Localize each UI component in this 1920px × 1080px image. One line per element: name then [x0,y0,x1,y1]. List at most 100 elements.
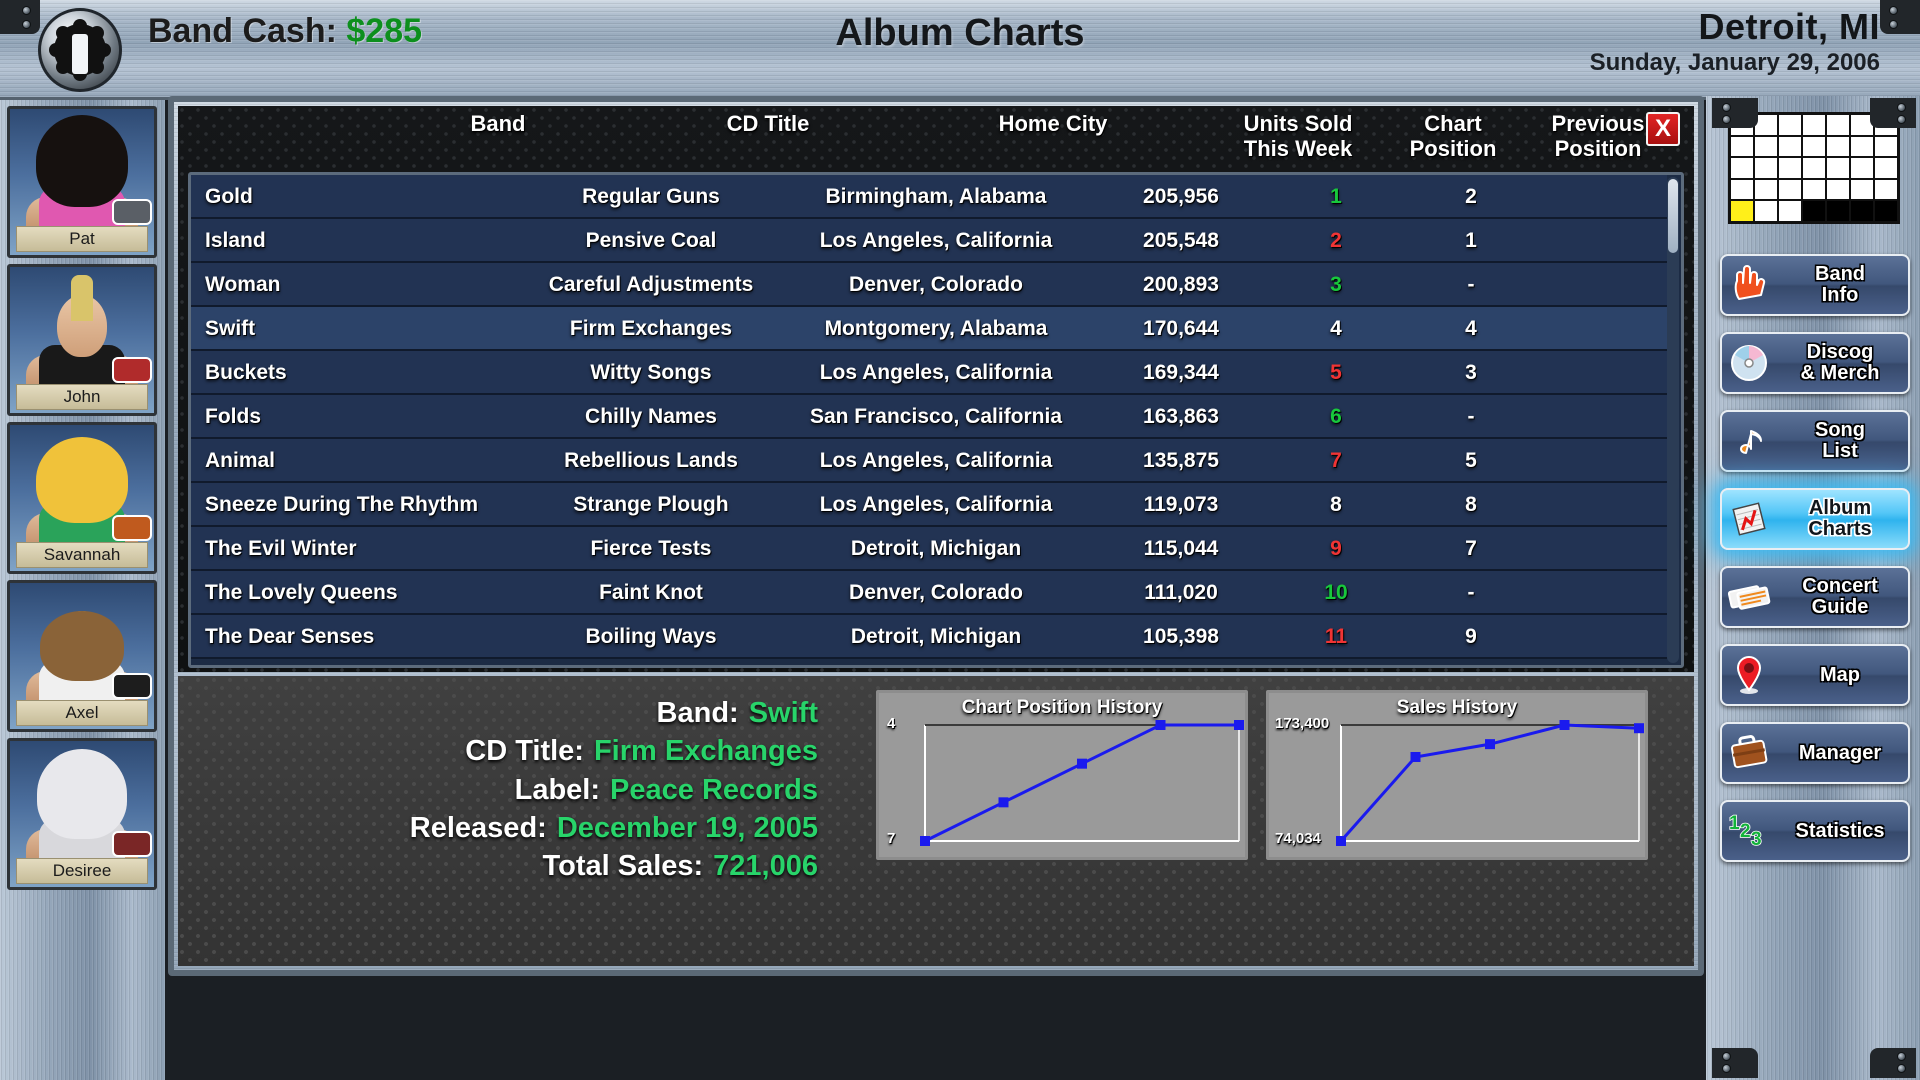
calendar-day-cell[interactable] [1826,179,1850,201]
calendar-day-cell[interactable] [1778,200,1802,222]
calendar-day-cell[interactable] [1826,157,1850,179]
nav-button-concert[interactable]: ConcertGuide [1720,566,1910,628]
cell-previous-position: - [1406,571,1536,615]
nav-button-manager[interactable]: Manager [1720,722,1910,784]
detail-row-label: Label: Peace Records [258,771,818,809]
detail-value-total-sales: 721,006 [713,847,818,885]
calendar-day-cell[interactable] [1754,200,1778,222]
nav-button-map[interactable]: Map [1720,644,1910,706]
detail-row-band: Band: Swift [258,694,818,732]
detail-value-released: December 19, 2005 [557,809,818,847]
briefcase-icon [1722,726,1776,780]
band-member-card-savannah[interactable]: Savannah [7,422,157,574]
chart-position-plot [879,693,1251,863]
cell-units-sold: 163,863 [1091,395,1271,439]
cell-previous-position: 4 [1406,307,1536,351]
calendar-day-cell[interactable] [1802,136,1826,158]
table-row[interactable]: The Lovely QueensFaint KnotDenver, Color… [191,571,1667,615]
table-row[interactable]: The Dear SensesBoiling WaysDetroit, Mich… [191,615,1667,659]
nav-button-label: Statistics [1776,821,1908,842]
calendar-day-cell[interactable] [1730,157,1754,179]
list-scrollbar[interactable] [1667,177,1679,663]
map-pin-icon [1722,648,1776,702]
calendar-day-cell[interactable] [1826,136,1850,158]
nav-button-album[interactable]: AlbumCharts [1720,488,1910,550]
calendar-day-cell[interactable] [1730,200,1754,222]
cell-band: Folds [205,395,261,439]
calendar-day-cell[interactable] [1754,179,1778,201]
cell-band: Sneeze During The Rhythm [205,483,478,527]
member-name: John [16,384,148,410]
cell-previous-position: - [1406,395,1536,439]
calendar-day-cell[interactable] [1850,200,1874,222]
cell-home-city: Los Angeles, California [791,219,1081,263]
nav-button-label: Map [1776,665,1908,686]
calendar-day-cell[interactable] [1778,179,1802,201]
close-button[interactable]: X [1646,112,1680,146]
calendar-day-cell[interactable] [1778,136,1802,158]
calendar-day-cell[interactable] [1802,179,1826,201]
cell-units-sold: 105,398 [1091,615,1271,659]
cell-cd-title: Firm Exchanges [521,307,781,351]
calendar-day-cell[interactable] [1874,179,1898,201]
nav-button-label: ConcertGuide [1776,576,1908,618]
cell-chart-position: 7 [1271,439,1401,483]
calendar-widget[interactable] [1728,112,1900,224]
nav-button-song[interactable]: SongList [1720,410,1910,472]
cell-band: Animal [205,439,275,483]
band-member-card-pat[interactable]: Pat [7,106,157,258]
table-row[interactable]: WomanCareful AdjustmentsDenver, Colorado… [191,263,1667,307]
location-block: Detroit, MI Sunday, January 29, 2006 [1590,6,1880,77]
calendar-day-cell[interactable] [1874,200,1898,222]
nav-button-band[interactable]: BandInfo [1720,254,1910,316]
calendar-day-cell[interactable] [1826,114,1850,136]
album-chart-list[interactable]: GoldRegular GunsBirmingham, Alabama205,9… [188,172,1684,668]
band-member-card-john[interactable]: John [7,264,157,416]
calendar-day-cell[interactable] [1850,157,1874,179]
cell-home-city: Los Angeles, California [791,351,1081,395]
calendar-day-cell[interactable] [1874,157,1898,179]
calendar-day-cell[interactable] [1850,179,1874,201]
cell-previous-position: 2 [1406,175,1536,219]
table-row[interactable]: Sneeze During The RhythmStrange PloughLo… [191,483,1667,527]
corner-plate-rail-tl [1712,98,1758,128]
scrollbar-thumb[interactable] [1668,179,1678,253]
nav-button-discog[interactable]: Discog& Merch [1720,332,1910,394]
calendar-day-cell[interactable] [1778,157,1802,179]
calendar-day-cell[interactable] [1730,136,1754,158]
calendar-day-cell[interactable] [1754,136,1778,158]
calendar-day-cell[interactable] [1802,157,1826,179]
album-detail-panel: Band: Swift CD Title: Firm Exchanges Lab… [178,676,1694,966]
nav-button-label: Manager [1776,743,1908,764]
cell-cd-title: Strange Plough [521,483,781,527]
table-row[interactable]: IslandPensive CoalLos Angeles, Californi… [191,219,1667,263]
table-row[interactable]: SwiftFirm ExchangesMontgomery, Alabama17… [191,307,1667,351]
table-column-headers: Band CD Title Home City Units Sold This … [178,106,1694,172]
band-member-card-desiree[interactable]: Desiree [7,738,157,890]
calendar-day-cell[interactable] [1826,200,1850,222]
table-row[interactable]: FoldsChilly NamesSan Francisco, Californ… [191,395,1667,439]
calendar-day-cell[interactable] [1874,136,1898,158]
column-header-home-city: Home City [908,112,1198,137]
calendar-day-cell[interactable] [1754,157,1778,179]
calendar-day-cell[interactable] [1802,114,1826,136]
detail-field-list: Band: Swift CD Title: Firm Exchanges Lab… [258,694,818,885]
cell-chart-position: 2 [1271,219,1401,263]
table-row[interactable]: AnimalRebellious LandsLos Angeles, Calif… [191,439,1667,483]
calendar-day-cell[interactable] [1778,114,1802,136]
cell-previous-position: 7 [1406,527,1536,571]
table-row[interactable]: GoldRegular GunsBirmingham, Alabama205,9… [191,175,1667,219]
detail-label-cd-title: CD Title: [465,732,584,770]
cell-chart-position: 1 [1271,175,1401,219]
nav-button-statistics[interactable]: 123Statistics [1720,800,1910,862]
table-row[interactable]: BucketsWitty SongsLos Angeles, Californi… [191,351,1667,395]
cell-home-city: Detroit, Michigan [791,527,1081,571]
calendar-day-cell[interactable] [1802,200,1826,222]
band-member-card-axel[interactable]: Axel [7,580,157,732]
cell-previous-position: - [1406,263,1536,307]
cell-chart-position: 10 [1271,571,1401,615]
table-row[interactable]: The Evil WinterFierce TestsDetroit, Mich… [191,527,1667,571]
cell-home-city: Montgomery, Alabama [791,307,1081,351]
calendar-day-cell[interactable] [1730,179,1754,201]
calendar-day-cell[interactable] [1850,136,1874,158]
